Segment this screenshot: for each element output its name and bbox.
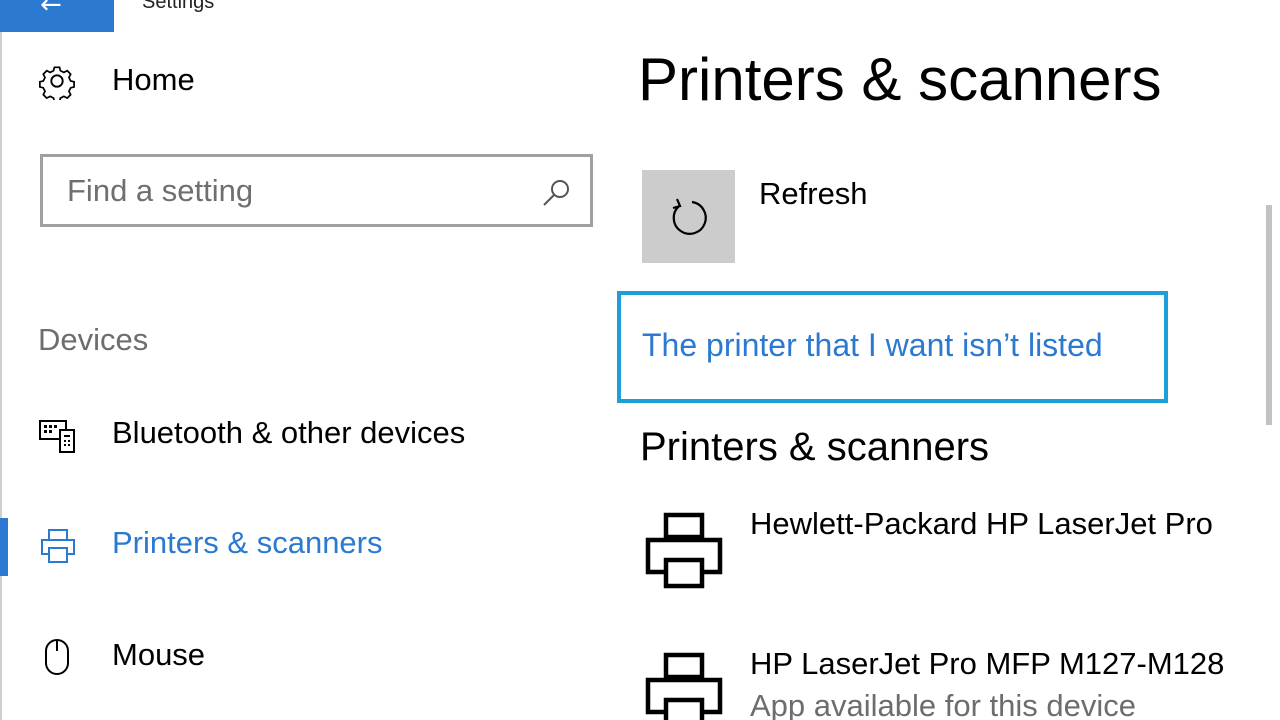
device-item[interactable]: Hewlett-Packard HP LaserJet Pro — [640, 506, 1260, 606]
device-item[interactable]: HP LaserJet Pro MFP M127-M128 App availa… — [640, 646, 1260, 720]
home-label: Home — [112, 62, 195, 97]
page-title: Printers & scanners — [638, 46, 1162, 113]
device-name: HP LaserJet Pro MFP M127-M128 — [750, 646, 1225, 681]
back-arrow-icon: ← — [40, 0, 62, 20]
device-name: Hewlett-Packard HP LaserJet Pro — [750, 506, 1213, 541]
printer-icon — [645, 652, 723, 720]
device-status: App available for this device — [750, 688, 1137, 720]
printer-not-listed-link[interactable]: The printer that I want isn’t listed — [642, 327, 1103, 364]
mouse-icon — [45, 639, 69, 675]
refresh-button[interactable] — [642, 170, 735, 263]
sidebar-item-bluetooth[interactable]: Bluetooth & other devices — [0, 406, 600, 466]
sidebar-item-label: Printers & scanners — [112, 525, 383, 560]
window-border — [0, 0, 2, 720]
refresh-label[interactable]: Refresh — [759, 176, 868, 212]
printer-icon — [41, 529, 75, 563]
sidebar-item-label: Mouse — [112, 637, 206, 672]
section-label: Devices — [38, 322, 149, 357]
app-title: Settings — [142, 0, 215, 13]
refresh-icon — [672, 198, 707, 235]
selection-indicator — [0, 518, 8, 576]
gear-icon — [39, 66, 75, 100]
search-box[interactable] — [40, 154, 593, 227]
sidebar-item-mouse[interactable]: Mouse — [0, 628, 600, 688]
keyboard-phone-icon — [39, 420, 75, 453]
scrollbar[interactable] — [1266, 205, 1272, 425]
sidebar-item-label: Bluetooth & other devices — [112, 415, 466, 450]
search-icon[interactable] — [540, 176, 574, 210]
section-heading: Printers & scanners — [640, 425, 990, 469]
search-input[interactable] — [67, 171, 527, 211]
sidebar-item-printers[interactable]: Printers & scanners — [0, 516, 600, 576]
printer-icon — [645, 512, 723, 589]
back-button[interactable]: ← — [0, 0, 114, 32]
